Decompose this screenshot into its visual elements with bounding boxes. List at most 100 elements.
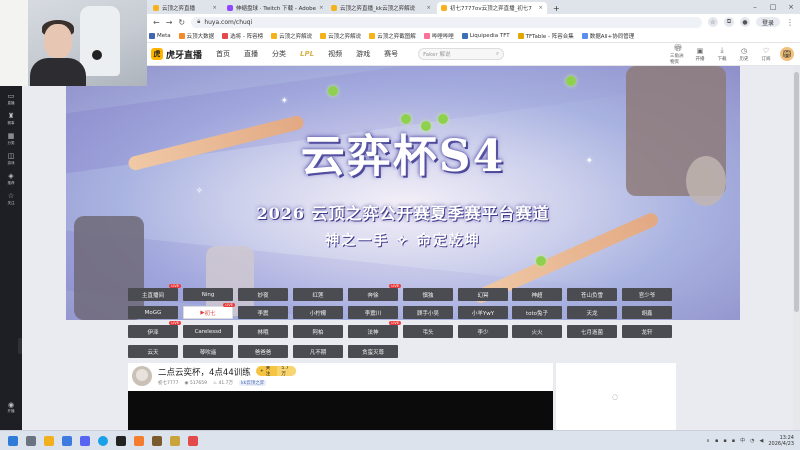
bookmark-item[interactable]: 哔哩哔哩 xyxy=(423,32,454,40)
nav-category[interactable]: 分类 xyxy=(272,49,286,59)
streamer-button[interactable]: 琴吹遥 xyxy=(183,345,233,358)
sidebar-item-follow[interactable]: ☆ 关注 xyxy=(8,192,15,206)
streamer-button[interactable]: 伊泽 LIVE xyxy=(128,321,181,338)
streamer-button[interactable]: 林哦 xyxy=(238,325,288,338)
streamer-avatar[interactable] xyxy=(132,366,152,386)
browser-tab[interactable]: 云顶之弈直播 × xyxy=(149,2,221,14)
nav-home[interactable]: 首页 xyxy=(216,49,230,59)
streamer-button[interactable]: 云天 xyxy=(128,345,178,358)
streamer-button[interactable]: 李震 xyxy=(238,306,288,319)
bookmark-item[interactable]: 数据All+协同管理 xyxy=(581,32,634,40)
scrollbar-thumb[interactable] xyxy=(794,72,799,312)
streamer-button[interactable]: 小羊YwY xyxy=(458,306,508,319)
network-icon[interactable]: ◔ xyxy=(750,438,754,444)
windows-start-icon[interactable] xyxy=(8,435,18,446)
bookmark-item[interactable]: 云顶之弈解说 xyxy=(271,32,312,40)
close-icon[interactable]: × xyxy=(426,5,431,11)
close-icon[interactable]: × xyxy=(538,5,543,11)
menu-dots-icon[interactable]: ⋮ xyxy=(786,18,794,27)
tray-app-icon[interactable]: ▪ xyxy=(723,438,726,444)
url-field[interactable]: 🔒︎ huya.com/chuqi xyxy=(191,16,702,28)
nav-lpl[interactable]: LPL xyxy=(300,50,314,58)
streamer-button[interactable]: 火火 xyxy=(512,325,562,338)
nav-match[interactable]: 赛号 xyxy=(384,49,398,59)
bookmark-item[interactable]: 云顶之弈截图解 xyxy=(369,32,416,40)
obs-icon[interactable] xyxy=(116,435,126,446)
back-icon[interactable]: ← xyxy=(153,18,160,27)
streamer-button[interactable]: 主直播间 LIVE xyxy=(128,284,181,301)
streamer-button[interactable]: 李少 xyxy=(458,325,508,338)
taskbar-clock[interactable]: 13:24 2026/4/23 xyxy=(768,435,794,447)
streamer-button[interactable]: 妙夜 xyxy=(238,288,288,301)
login-button[interactable]: 登录 xyxy=(755,17,780,27)
search-input[interactable]: Faker 解说 ⌕ xyxy=(418,48,505,60)
streamer-button[interactable]: 弔头 xyxy=(403,325,453,338)
reload-icon[interactable]: ↻ xyxy=(178,18,185,27)
sidebar-item-live[interactable]: ▭ 直播 xyxy=(8,92,15,106)
tray-chevron-icon[interactable]: ∧ xyxy=(706,438,710,444)
streamer-button[interactable]: 胡鑫 xyxy=(622,306,672,319)
nav-video[interactable]: 视频 xyxy=(328,49,342,59)
browser-tab[interactable]: 伸缩盘球 · Twitch 下载 - Adobe × xyxy=(223,2,325,14)
header-tool-download[interactable]: ⤓ 下载 xyxy=(714,46,730,62)
streamer-button[interactable]: 红莲 xyxy=(293,288,343,301)
page-scrollbar[interactable] xyxy=(793,66,800,430)
minimize-icon[interactable]: – xyxy=(746,0,764,14)
maximize-icon[interactable]: □ xyxy=(764,0,782,14)
header-tool-deltaforce[interactable]: 🎁︎ 三角洲物资 xyxy=(670,44,686,65)
file-explorer-icon[interactable] xyxy=(44,435,54,446)
browser-tab-active[interactable]: 初七7777ov云顶之弈直播_初七7 × xyxy=(437,2,547,14)
streamer-button[interactable]: 奔徐 LIVE xyxy=(348,284,401,301)
streamer-button[interactable]: 李震川 xyxy=(348,306,398,319)
nav-live[interactable]: 直播 xyxy=(244,49,258,59)
shield-app-icon[interactable] xyxy=(62,435,72,446)
streamer-button[interactable]: 慎独 xyxy=(403,288,453,301)
streamer-button[interactable]: 顾手小吴 xyxy=(403,306,453,319)
streamer-button[interactable]: 法神 LIVE xyxy=(348,321,401,338)
discord-icon[interactable] xyxy=(80,435,90,446)
close-window-icon[interactable]: × xyxy=(782,0,800,14)
search-taskbar-icon[interactable] xyxy=(26,435,36,446)
streamer-button[interactable]: 小柠檬 xyxy=(293,306,343,319)
streamer-button[interactable]: 爸爸爸 xyxy=(238,345,288,358)
streamer-button[interactable]: toto兔子 xyxy=(512,306,562,319)
tray-app-icon[interactable]: ▪ xyxy=(732,438,735,444)
streamer-name[interactable]: 初七7777 xyxy=(158,380,178,386)
bookmark-item[interactable]: TFTable - 阵容合集 xyxy=(517,32,574,40)
chrome-icon[interactable] xyxy=(98,435,108,446)
streamer-button[interactable]: 凡不期 xyxy=(293,345,343,358)
nav-game[interactable]: 游戏 xyxy=(356,49,370,59)
bookmark-item[interactable]: Meta xyxy=(149,33,171,39)
new-tab-button[interactable]: + xyxy=(549,2,561,14)
sidebar-item-category[interactable]: ▦ 分类 xyxy=(8,132,15,146)
streamer-button[interactable]: 阿柏 xyxy=(293,325,343,338)
league-client-icon[interactable] xyxy=(170,435,180,446)
streamer-button[interactable]: 神超 xyxy=(512,288,562,301)
streamer-button[interactable]: 天龙 xyxy=(567,306,617,319)
streamer-button[interactable]: 官少爷 xyxy=(622,288,672,301)
video-player[interactable] xyxy=(128,391,553,430)
streamer-button[interactable]: MoGG xyxy=(128,306,178,319)
search-icon[interactable]: ⌕ xyxy=(496,51,499,58)
profile-icon[interactable]: ● xyxy=(739,17,750,27)
sidebar-item-recommend[interactable]: ◈ 推荐 xyxy=(8,172,15,186)
huya-logo[interactable]: 虎 虎牙直播 xyxy=(151,48,202,61)
bookmark-item[interactable]: 云顶之弈解说 xyxy=(320,32,361,40)
bookmark-item[interactable]: 选将 - 阵容榜 xyxy=(222,32,263,40)
streamer-button[interactable]: 苍山负雪 xyxy=(567,288,617,301)
streamer-button[interactable]: Ning xyxy=(183,288,233,301)
header-tool-history[interactable]: ◷ 历史 xyxy=(736,47,752,62)
streamer-button[interactable]: ▶ 初七 LIVE xyxy=(183,303,235,319)
volume-icon[interactable]: ◀︎ xyxy=(760,438,764,444)
tray-app-icon[interactable]: ▪ xyxy=(715,438,718,444)
streamer-button[interactable]: Carelessd xyxy=(183,325,233,338)
user-avatar[interactable]: 🐯︎ xyxy=(780,47,794,61)
record-app-icon[interactable] xyxy=(188,435,198,446)
close-icon[interactable]: × xyxy=(212,5,217,11)
streamer-button[interactable]: 七月逝菌 xyxy=(567,325,617,338)
close-icon[interactable]: × xyxy=(319,5,324,11)
browser-tab[interactable]: 云顶之弈直播_kk云顶之弈解说 × xyxy=(327,2,435,14)
streamer-button[interactable]: 龙轩 xyxy=(622,325,672,338)
game-launcher-icon[interactable] xyxy=(152,435,162,446)
sidebar-start-stream[interactable]: ◉ 开播 xyxy=(0,401,22,414)
